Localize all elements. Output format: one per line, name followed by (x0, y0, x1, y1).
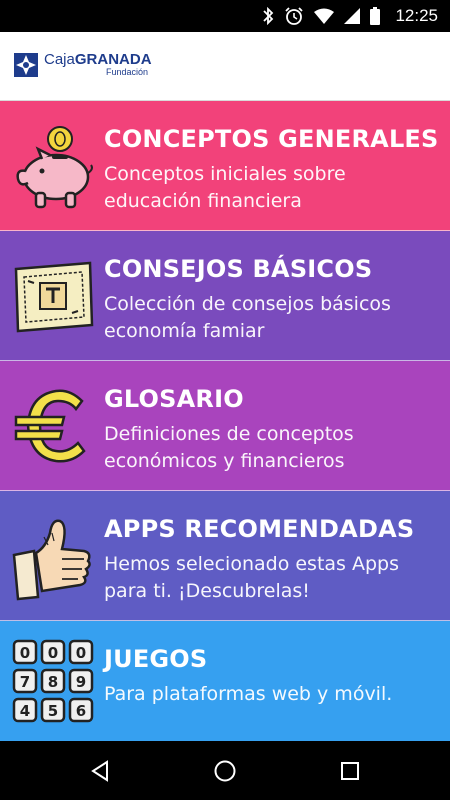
menu-item-title: CONCEPTOS GENERALES (104, 125, 439, 153)
menu-item-title: GLOSARIO (104, 385, 244, 413)
logo-brand-text: Caja (44, 51, 75, 68)
cell-signal-icon (344, 8, 360, 24)
key-label: 0 (48, 644, 58, 662)
status-icons (262, 6, 380, 26)
key-label: 0 (20, 644, 30, 662)
menu-item-description: Hemos selecionado estas Apps para ti. ¡D… (104, 553, 400, 602)
banknote-icon (14, 261, 94, 333)
status-time: 12:25 (395, 6, 438, 25)
key-label: 8 (48, 673, 58, 691)
logo-sub-text: Fundación (106, 67, 149, 77)
bluetooth-icon (263, 7, 274, 25)
home-button[interactable] (211, 757, 239, 785)
system-nav-bar (0, 741, 450, 800)
battery-icon (370, 7, 380, 25)
menu-item-title: CONSEJOS BÁSICOS (104, 255, 373, 283)
menu-item-glosario[interactable]: GLOSARIO Definiciones de conceptos econó… (0, 361, 450, 491)
fundacion-caja-granada-logo: CajaGRANADA Fundación (14, 52, 152, 77)
menu-item-description: Colección de consejos básicos economía f… (104, 293, 391, 342)
back-button[interactable] (86, 757, 114, 785)
status-bar: 12:25 (0, 0, 450, 32)
main-menu: CONCEPTOS GENERALES Conceptos iniciales … (0, 101, 450, 741)
key-label: 7 (20, 673, 30, 691)
euro-icon (14, 389, 86, 463)
menu-item-title: APPS RECOMENDADAS (104, 515, 415, 543)
menu-item-juegos[interactable]: 0 0 0 7 8 9 4 5 6 JUEGOS Para plataforma… (0, 621, 450, 741)
key-label: 0 (76, 644, 86, 662)
menu-item-description: Conceptos iniciales sobre educación fina… (104, 163, 346, 212)
menu-item-title: JUEGOS (104, 645, 208, 673)
logo-mark-icon (14, 52, 38, 77)
app-header: CajaGRANADA Fundación (0, 32, 450, 101)
menu-item-consejos-basicos[interactable]: CONSEJOS BÁSICOS Colección de consejos b… (0, 231, 450, 361)
back-icon (91, 760, 108, 782)
keypad-icon: 0 0 0 7 8 9 4 5 6 (12, 639, 94, 723)
key-label: 4 (20, 702, 30, 720)
alarm-icon (285, 7, 303, 25)
menu-item-description: Definiciones de conceptos económicos y f… (104, 423, 354, 472)
menu-item-apps-recomendadas[interactable]: APPS RECOMENDADAS Hemos selecionado esta… (0, 491, 450, 621)
menu-item-description: Para plataformas web y móvil. (104, 683, 393, 705)
menu-item-conceptos-generales[interactable]: CONCEPTOS GENERALES Conceptos iniciales … (0, 101, 450, 231)
piggy-bank-icon (16, 126, 93, 209)
logo-brand-bold-text: GRANADA (74, 51, 152, 68)
key-label: 5 (48, 702, 58, 720)
thumbs-up-icon (12, 519, 91, 601)
wifi-icon (314, 8, 334, 24)
recents-icon (341, 762, 359, 780)
key-label: 6 (76, 702, 86, 720)
key-label: 9 (76, 673, 86, 691)
home-icon (214, 760, 236, 782)
recents-button[interactable] (336, 757, 364, 785)
